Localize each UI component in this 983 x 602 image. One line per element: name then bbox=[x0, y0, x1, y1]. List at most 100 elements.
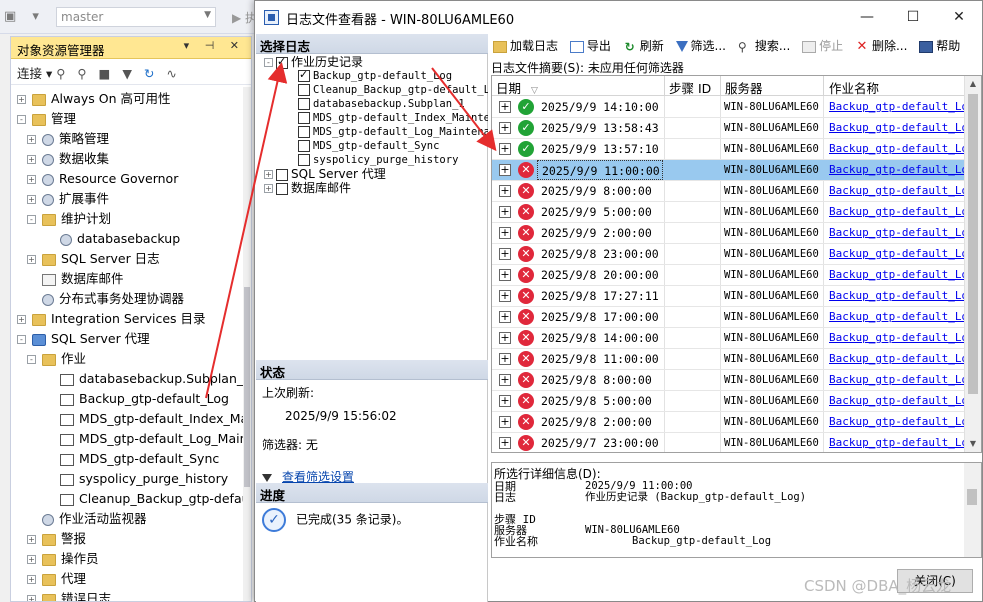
table-row[interactable]: + ✕ 2025/9/7 23:00:00 WIN-80LU6AMLE60 Backup… bbox=[492, 433, 975, 452]
table-row[interactable]: + ✕ 2025/9/8 17:27:11 WIN-80LU6AMLE60 Backup… bbox=[492, 286, 975, 307]
log-tree-node[interactable]: + SQL Server 代理 bbox=[264, 167, 386, 181]
refresh-icon[interactable]: ↻ bbox=[144, 66, 154, 81]
table-row[interactable]: + ✓ 2025/9/9 13:58:43 WIN-80LU6AMLE60 Backup… bbox=[492, 118, 975, 139]
detail-scrollbar[interactable] bbox=[964, 463, 981, 557]
refresh-button[interactable]: ↻ 刷新 bbox=[623, 37, 664, 54]
log-tree-node[interactable]: + 数据库邮件 bbox=[264, 181, 351, 195]
tree-item[interactable]: + 错误日志 bbox=[27, 589, 111, 601]
table-row[interactable]: + ✕ 2025/9/9 8:00:00 WIN-80LU6AMLE60 Backup_… bbox=[492, 181, 975, 202]
expand-toggle-icon[interactable]: + bbox=[27, 575, 36, 584]
log-tree-job[interactable]: MDS_gtp-default_Log_Maintena bbox=[298, 125, 488, 139]
column-job-name[interactable]: 作业名称 bbox=[829, 78, 879, 97]
expand-row-icon[interactable]: + bbox=[499, 353, 511, 365]
job-checkbox[interactable] bbox=[298, 112, 310, 124]
row-job-link[interactable]: Backup_gtp-default_Log bbox=[829, 160, 975, 180]
log-tree-job[interactable]: MDS_gtp-default_Sync bbox=[298, 139, 439, 153]
object-explorer-scrollbar[interactable] bbox=[243, 87, 251, 601]
expand-row-icon[interactable]: + bbox=[499, 248, 511, 260]
expand-row-icon[interactable]: + bbox=[499, 101, 511, 113]
column-server[interactable]: 服务器 bbox=[725, 78, 763, 97]
tree-item[interactable]: 分布式事务处理协调器 bbox=[27, 289, 184, 309]
row-job-link[interactable]: Backup_gtp-default_Log bbox=[829, 139, 975, 159]
tree-item[interactable]: databasebackup bbox=[45, 229, 180, 249]
expand-row-icon[interactable]: + bbox=[499, 332, 511, 344]
tree-item[interactable]: + 操作员 bbox=[27, 549, 99, 569]
tree-item[interactable]: syspolicy_purge_history bbox=[45, 469, 228, 489]
expand-toggle-icon[interactable]: + bbox=[264, 170, 273, 179]
column-divider[interactable] bbox=[720, 76, 721, 96]
expand-toggle-icon[interactable]: + bbox=[27, 595, 36, 601]
expand-toggle-icon[interactable]: + bbox=[17, 95, 26, 104]
collapse-toggle-icon[interactable]: - bbox=[264, 58, 273, 67]
row-job-link[interactable]: Backup_gtp-default_Log bbox=[829, 391, 975, 411]
export-button[interactable]: 导出 bbox=[569, 37, 611, 54]
row-job-link[interactable]: Backup_gtp-default_Log bbox=[829, 265, 975, 285]
tree-item[interactable]: + 策略管理 bbox=[27, 129, 109, 149]
job-checkbox[interactable] bbox=[298, 154, 310, 166]
expand-row-icon[interactable]: + bbox=[499, 227, 511, 239]
pin-icon[interactable]: ▾ ⊣ ✕ bbox=[184, 39, 245, 52]
row-job-link[interactable]: Backup_gtp-default_Log bbox=[829, 349, 975, 369]
tree-item[interactable]: MDS_gtp-default_Sync bbox=[45, 449, 219, 469]
filter-button[interactable]: 筛选... bbox=[675, 37, 726, 54]
help-button[interactable]: 帮助 bbox=[919, 37, 960, 54]
tree-item[interactable]: - 维护计划 bbox=[27, 209, 111, 229]
job-checkbox[interactable] bbox=[298, 84, 310, 96]
column-date[interactable]: 日期 ▽ bbox=[496, 78, 538, 97]
job-checkbox[interactable] bbox=[298, 126, 310, 138]
row-job-link[interactable]: Backup_gtp-default_Log bbox=[829, 370, 975, 390]
expand-row-icon[interactable]: + bbox=[499, 206, 511, 218]
row-job-link[interactable]: Backup_gtp-default_Log bbox=[829, 244, 975, 264]
filter-icon[interactable]: ▼ bbox=[122, 66, 132, 81]
expand-toggle-icon[interactable]: + bbox=[27, 555, 36, 564]
tree-item[interactable]: - 作业 bbox=[27, 349, 86, 369]
expand-row-icon[interactable]: + bbox=[499, 164, 511, 176]
expand-row-icon[interactable]: + bbox=[499, 122, 511, 134]
table-row[interactable]: + ✓ 2025/9/9 13:57:10 WIN-80LU6AMLE60 Backup… bbox=[492, 139, 975, 160]
table-row[interactable]: + ✕ 2025/9/8 2:00:00 WIN-80LU6AMLE60 Backup_… bbox=[492, 412, 975, 433]
tree-item[interactable]: 数据库邮件 bbox=[27, 269, 124, 289]
expand-row-icon[interactable]: + bbox=[499, 290, 511, 302]
table-row[interactable]: + ✕ 2025/9/9 2:00:00 WIN-80LU6AMLE60 Backup_… bbox=[492, 223, 975, 244]
tree-item[interactable]: + 扩展事件 bbox=[27, 189, 109, 209]
node-checkbox[interactable] bbox=[276, 168, 288, 181]
log-tree-job[interactable]: MDS_gtp-default_Index_Mainten bbox=[298, 111, 488, 125]
row-job-link[interactable]: Backup_gtp-default_Log bbox=[829, 181, 975, 201]
grid-scrollbar[interactable]: ▲ ▼ bbox=[964, 76, 981, 452]
expand-toggle-icon[interactable]: + bbox=[264, 184, 273, 193]
expand-toggle-icon[interactable]: + bbox=[27, 535, 36, 544]
row-job-link[interactable]: Backup_gtp-default_Log bbox=[829, 307, 975, 327]
expand-row-icon[interactable]: + bbox=[499, 416, 511, 428]
row-job-link[interactable]: Backup_gtp-default_Log bbox=[829, 286, 975, 306]
table-row[interactable]: + ✕ 2025/9/8 14:00:00 WIN-80LU6AMLE60 Backup… bbox=[492, 328, 975, 349]
table-row[interactable]: + ✓ 2025/9/9 14:10:00 WIN-80LU6AMLE60 Backup… bbox=[492, 97, 975, 118]
tree-item[interactable]: databasebackup.Subplan_1 bbox=[45, 369, 251, 389]
log-tree-job[interactable]: Cleanup_Backup_gtp-default_Lo bbox=[298, 83, 488, 97]
expand-row-icon[interactable]: + bbox=[499, 269, 511, 281]
tree-item[interactable]: + SQL Server 日志 bbox=[27, 249, 160, 269]
column-step-id[interactable]: 步骤 ID bbox=[669, 78, 711, 97]
expand-row-icon[interactable]: + bbox=[499, 311, 511, 323]
expand-toggle-icon[interactable]: - bbox=[27, 355, 36, 364]
close-window-button[interactable]: ✕ bbox=[936, 1, 982, 34]
log-tree-job[interactable]: Backup_gtp-default_Log bbox=[298, 68, 452, 83]
connect-button[interactable]: 连接 ▾ bbox=[17, 66, 52, 81]
job-checkbox[interactable] bbox=[298, 98, 310, 110]
row-job-link[interactable]: Backup_gtp-default_Log bbox=[829, 328, 975, 348]
log-tree-job-history[interactable]: - 作业历史记录 bbox=[264, 55, 363, 69]
table-row[interactable]: + ✕ 2025/9/9 5:00:00 WIN-80LU6AMLE60 Backup_… bbox=[492, 202, 975, 223]
scrollbar-thumb[interactable] bbox=[968, 94, 978, 394]
job-checkbox[interactable] bbox=[298, 140, 310, 152]
job-history-checkbox[interactable] bbox=[276, 55, 288, 69]
node-checkbox[interactable] bbox=[276, 182, 288, 195]
delete-button[interactable]: ✕ 删除... bbox=[855, 37, 907, 54]
expand-toggle-icon[interactable]: + bbox=[27, 175, 36, 184]
maximize-button[interactable]: ☐ bbox=[890, 1, 936, 34]
expand-toggle-icon[interactable]: + bbox=[17, 315, 26, 324]
expand-toggle-icon[interactable]: - bbox=[27, 215, 36, 224]
load-log-button[interactable]: 加载日志 bbox=[493, 37, 558, 54]
disconnect-icon[interactable]: ⚲ bbox=[77, 66, 86, 81]
minimize-button[interactable]: — bbox=[844, 1, 890, 34]
database-select[interactable]: master ▼ bbox=[56, 7, 216, 27]
row-job-link[interactable]: Backup_gtp-default_Log bbox=[829, 412, 975, 432]
